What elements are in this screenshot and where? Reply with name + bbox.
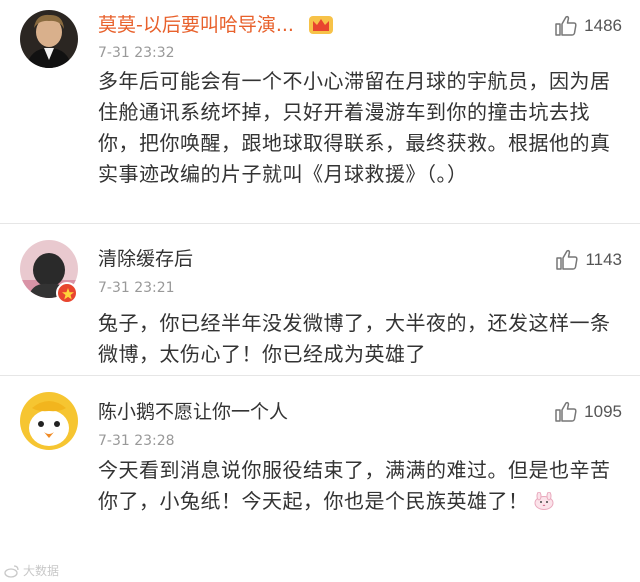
like-button[interactable]: 1486 xyxy=(554,13,622,39)
comment-item: 清除缓存后 7-31 23:21 1143 兔子，你已经半年没发微博了，大半夜的… xyxy=(0,224,640,376)
avatar[interactable] xyxy=(20,392,78,450)
comment-time: 7-31 23:32 xyxy=(98,45,175,61)
rabbit-emoji-icon xyxy=(534,492,553,510)
watermark: 大数据 xyxy=(4,562,59,579)
comment-text: 今天看到消息说你服役结束了，满满的难过。但是也辛苦你了，小兔纸！今天起，你也是个… xyxy=(98,455,618,517)
comment-text: 兔子，你已经半年没发微博了，大半夜的，还发这样一条微博，太伤心了！你已经成为英雄… xyxy=(98,311,611,366)
like-count: 1143 xyxy=(585,250,622,269)
comment-item: 陈小鹅不愿让你一个人 7-31 23:28 1095 今天看到消息说你服役结束了… xyxy=(0,376,640,582)
avatar[interactable] xyxy=(20,10,78,68)
comment-list: 莫莫-以后要叫哈导演... 7-31 23:32 1486 多年后可能会有一个不… xyxy=(0,0,640,582)
comment-time: 7-31 23:21 xyxy=(98,280,175,296)
comment-item: 莫莫-以后要叫哈导演... 7-31 23:32 1486 多年后可能会有一个不… xyxy=(0,0,640,224)
thumbs-up-icon xyxy=(555,401,577,422)
like-count: 1095 xyxy=(584,402,622,421)
like-button[interactable]: 1095 xyxy=(554,399,622,425)
comment-time: 7-31 23:28 xyxy=(98,433,175,449)
like-count: 1486 xyxy=(584,16,622,35)
vip-crown-icon xyxy=(308,13,334,39)
username[interactable]: 清除缓存后 xyxy=(98,244,193,271)
thumbs-up-icon xyxy=(555,15,577,36)
watermark-text: 大数据 xyxy=(23,564,60,578)
weibo-logo-icon xyxy=(4,564,19,578)
verified-badge-icon xyxy=(56,282,78,304)
username[interactable]: 莫莫-以后要叫哈导演... xyxy=(98,10,294,37)
thumbs-up-icon xyxy=(556,249,579,270)
username[interactable]: 陈小鹅不愿让你一个人 xyxy=(98,397,288,424)
comment-text: 多年后可能会有一个不小心滞留在月球的宇航员，因为居住舱通讯系统坏掉，只好开着漫游… xyxy=(98,69,611,186)
like-button[interactable]: 1143 xyxy=(555,247,622,273)
